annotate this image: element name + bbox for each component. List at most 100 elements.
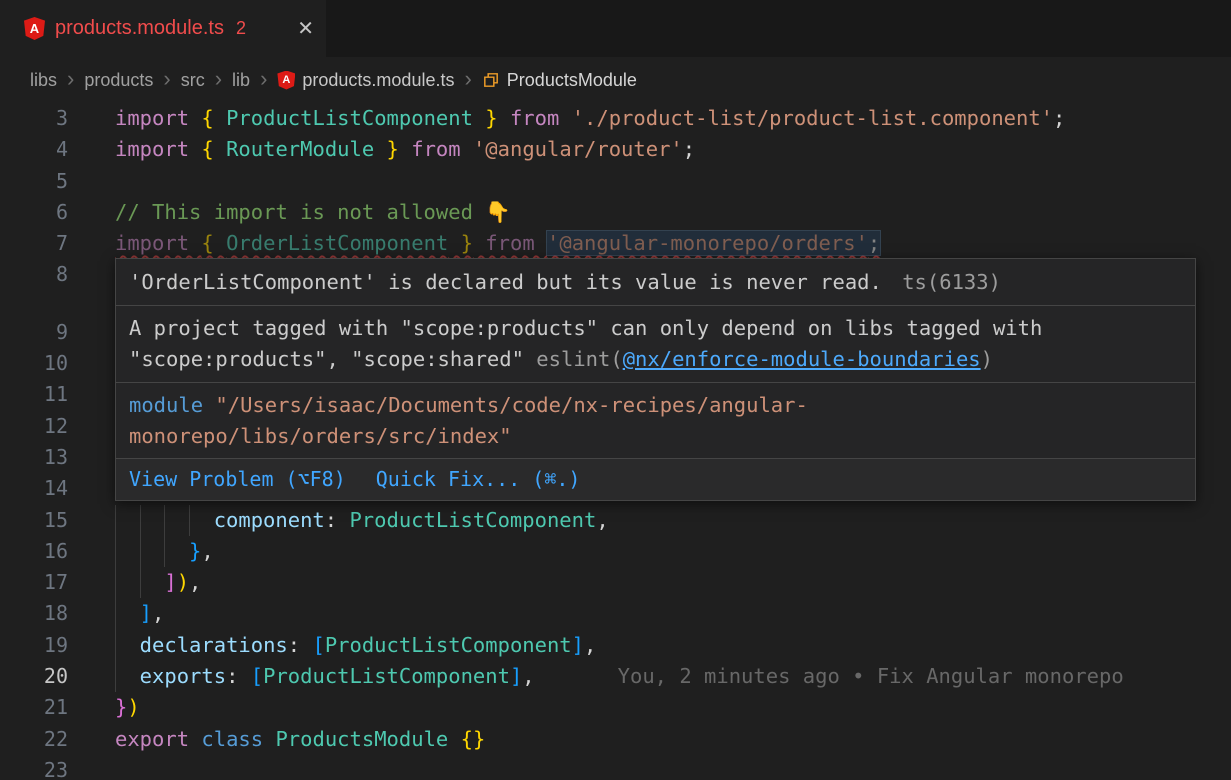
code-line-22[interactable]: 22 export class ProductsModule {} xyxy=(0,724,1231,755)
line-number[interactable]: 5 xyxy=(0,166,68,197)
code-token: [ xyxy=(251,664,263,688)
code-token: } xyxy=(189,539,201,563)
line-number[interactable]: 23 xyxy=(0,755,68,780)
code-token: component xyxy=(214,508,325,532)
line-number[interactable]: 8 xyxy=(0,259,68,290)
close-icon[interactable]: ✕ xyxy=(297,16,314,41)
code-token: 👇 xyxy=(485,200,511,224)
code-line-18[interactable]: 18], xyxy=(0,598,1231,629)
line-number[interactable]: 18 xyxy=(0,598,68,629)
code-line-19[interactable]: 19 declarations: [ProductListComponent], xyxy=(0,630,1231,661)
indent-guide xyxy=(140,505,165,536)
code-token: './product-list/product-list.component' xyxy=(572,106,1053,130)
module-path-line2: monorepo/libs/orders/src/index" xyxy=(129,424,512,448)
indent-guide xyxy=(115,630,140,661)
view-problem-action[interactable]: View Problem (⌥F8) xyxy=(129,466,346,493)
line-number[interactable]: 11 xyxy=(0,379,68,410)
class-symbol-icon xyxy=(482,71,500,89)
code-line-16[interactable]: 16}, xyxy=(0,536,1231,567)
chevron-right-icon: › xyxy=(67,68,74,93)
code-token: : xyxy=(325,508,350,532)
line-number[interactable]: 14 xyxy=(0,473,68,504)
code-line-20[interactable]: 20exports: [ProductListComponent],You, 2… xyxy=(0,661,1231,692)
code-line-4[interactable]: 4 import { RouterModule } from '@angular/… xyxy=(0,134,1231,165)
code-line-5[interactable]: 5 xyxy=(0,166,1231,197)
line-content: import { ProductListComponent } from './… xyxy=(115,103,1065,134)
eslint-rule-link[interactable]: @nx/enforce-module-boundaries xyxy=(623,347,981,371)
code-token: : xyxy=(226,664,251,688)
chevron-right-icon: › xyxy=(215,68,222,93)
breadcrumb-item-symbol[interactable]: ProductsModule xyxy=(482,70,637,91)
code-token: , xyxy=(596,508,608,532)
code-token: { xyxy=(201,231,226,255)
hover-status-bar: View Problem (⌥F8) Quick Fix... (⌘.) xyxy=(116,459,1195,500)
code-token: import xyxy=(115,137,201,161)
code-line-6[interactable]: 6// This import is not allowed 👇 xyxy=(0,197,1231,228)
module-info-line2: monorepo/libs/orders/src/index" xyxy=(129,421,1182,452)
breadcrumb-item-libs[interactable]: libs xyxy=(30,70,57,91)
quick-fix-action[interactable]: Quick Fix... (⌘.) xyxy=(376,466,581,493)
line-number[interactable]: 22 xyxy=(0,724,68,755)
code-token: export xyxy=(115,727,201,751)
breadcrumb-item-file[interactable]: A products.module.ts xyxy=(277,70,454,91)
breadcrumb-item-lib[interactable]: lib xyxy=(232,70,250,91)
hover-ts-diagnostic: 'OrderListComponent' is declared but its… xyxy=(116,259,1195,305)
line-content: import { RouterModule } from '@angular/r… xyxy=(115,134,695,165)
code-token: ; xyxy=(683,137,695,161)
hover-eslint-diagnostic: A project tagged with "scope:products" c… xyxy=(116,306,1195,382)
code-token: ] xyxy=(572,633,584,657)
line-number[interactable]: 3 xyxy=(0,103,68,134)
indent-guide xyxy=(115,505,140,536)
line-number[interactable]: 15 xyxy=(0,505,68,536)
line-number[interactable]: 13 xyxy=(0,442,68,473)
code-token: , xyxy=(189,570,201,594)
code-token: } xyxy=(374,137,399,161)
module-info-line1: module "/Users/isaac/Documents/code/nx-r… xyxy=(129,390,1182,421)
chevron-right-icon: › xyxy=(464,68,471,93)
chevron-right-icon: › xyxy=(260,68,267,93)
line-number[interactable]: 16 xyxy=(0,536,68,567)
tab-title: products.module.ts xyxy=(55,17,224,40)
code-token xyxy=(448,727,460,751)
code-token: , xyxy=(522,664,534,688)
code-token: } xyxy=(448,231,473,255)
line-number[interactable]: 4 xyxy=(0,134,68,165)
line-number[interactable]: 7 xyxy=(0,228,68,259)
line-number[interactable]: 9 xyxy=(0,317,68,348)
line-content: export class ProductsModule {} xyxy=(115,724,485,755)
code-token: , xyxy=(152,601,164,625)
tab-products-module[interactable]: A products.module.ts 2 ✕ xyxy=(0,0,326,57)
eslint-source: eslint( xyxy=(524,347,623,371)
code-line-21[interactable]: 21}) xyxy=(0,692,1231,723)
error-squiggle-range: import { OrderListComponent } from '@ang… xyxy=(115,231,880,255)
code-line-15[interactable]: 15component: ProductListComponent, xyxy=(0,505,1231,536)
code-token: ) xyxy=(177,570,189,594)
line-number[interactable]: 6 xyxy=(0,197,68,228)
code-line-7[interactable]: 7 import { OrderListComponent } from '@an… xyxy=(0,228,1231,259)
line-number[interactable]: 12 xyxy=(0,411,68,442)
code-line-3[interactable]: 3 import { ProductListComponent } from '.… xyxy=(0,103,1231,134)
indent-guide xyxy=(140,567,165,598)
line-number[interactable]: 19 xyxy=(0,630,68,661)
code-token: import xyxy=(115,106,201,130)
line-number[interactable]: 21 xyxy=(0,692,68,723)
code-token: : xyxy=(288,633,313,657)
angular-icon: A xyxy=(277,71,295,90)
indent-guide xyxy=(115,567,140,598)
code-token: exports xyxy=(140,664,226,688)
line-content: ]), xyxy=(115,567,201,598)
line-number[interactable]: 20 xyxy=(0,661,68,692)
line-number[interactable]: 10 xyxy=(0,348,68,379)
code-token: OrderListComponent xyxy=(226,231,448,255)
indent-guide xyxy=(115,661,140,692)
code-token: ProductListComponent xyxy=(263,664,510,688)
breadcrumb-item-src[interactable]: src xyxy=(181,70,205,91)
code-token: ProductListComponent xyxy=(226,106,473,130)
breadcrumb-item-products[interactable]: products xyxy=(84,70,153,91)
line-content: declarations: [ProductListComponent], xyxy=(115,630,596,661)
code-line-17[interactable]: 17]), xyxy=(0,567,1231,598)
code-token: RouterModule xyxy=(226,137,374,161)
tab-problems-badge: 2 xyxy=(236,18,246,39)
line-number[interactable]: 17 xyxy=(0,567,68,598)
code-line-23[interactable]: 23 xyxy=(0,755,1231,780)
